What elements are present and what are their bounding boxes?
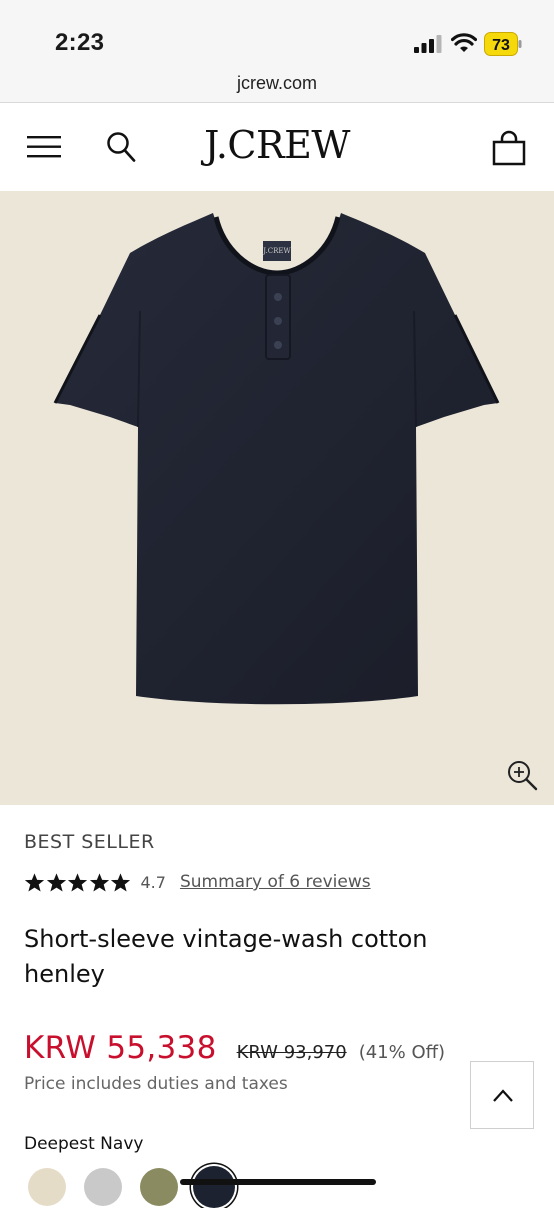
duties-note: Price includes duties and taxes — [24, 1074, 288, 1094]
rating-row: 4.7 Summary of 6 reviews — [24, 868, 371, 896]
product-title: Short-sleeve vintage-wash cotton henley — [24, 925, 428, 988]
status-time: 2:23 — [55, 29, 105, 56]
wifi-icon — [451, 33, 477, 52]
star-icon — [89, 872, 109, 892]
star-icon — [46, 872, 66, 892]
chevron-up-icon — [493, 1089, 513, 1102]
back-to-top-button[interactable] — [470, 1061, 534, 1129]
color-swatch-olive[interactable] — [140, 1168, 178, 1206]
color-swatch-deepest-navy[interactable] — [193, 1166, 235, 1208]
rating-value: 4.7 — [140, 872, 166, 892]
color-name: Deepest Navy — [24, 1134, 144, 1154]
status-bar: 2:23 73 — [0, 0, 554, 70]
star-icon — [110, 872, 131, 892]
color-swatch-beige[interactable] — [28, 1168, 66, 1206]
brand-logo[interactable]: J.CREW — [0, 123, 554, 167]
zoom-icon[interactable] — [505, 758, 539, 792]
best-seller-badge: BEST SELLER — [24, 831, 155, 853]
battery-icon: 73 — [484, 32, 522, 56]
address-bar[interactable]: jcrew.com — [0, 70, 554, 103]
product-image[interactable]: J.CREW — [0, 191, 554, 805]
reviews-summary-link[interactable]: Summary of 6 reviews — [180, 872, 371, 892]
discount-percent: (41% Off) — [358, 1042, 446, 1063]
svg-text:J.CREW: J.CREW — [262, 247, 291, 255]
star-icon — [24, 872, 45, 892]
battery-level: 73 — [492, 37, 510, 54]
site-header: J.CREW — [0, 103, 554, 191]
home-indicator — [180, 1179, 376, 1185]
signal-icon — [414, 35, 442, 53]
star-rating — [24, 872, 132, 893]
color-swatch-grey[interactable] — [84, 1168, 122, 1206]
original-price: KRW 93,970 — [236, 1042, 347, 1063]
bag-icon[interactable] — [492, 130, 526, 166]
price-row: KRW 55,338 KRW 93,970 (41% Off) — [24, 1030, 445, 1066]
henley-shirt-image: J.CREW — [53, 213, 500, 705]
star-icon — [67, 872, 88, 892]
sale-price: KRW 55,338 — [24, 1030, 217, 1066]
url-text: jcrew.com — [236, 73, 317, 93]
